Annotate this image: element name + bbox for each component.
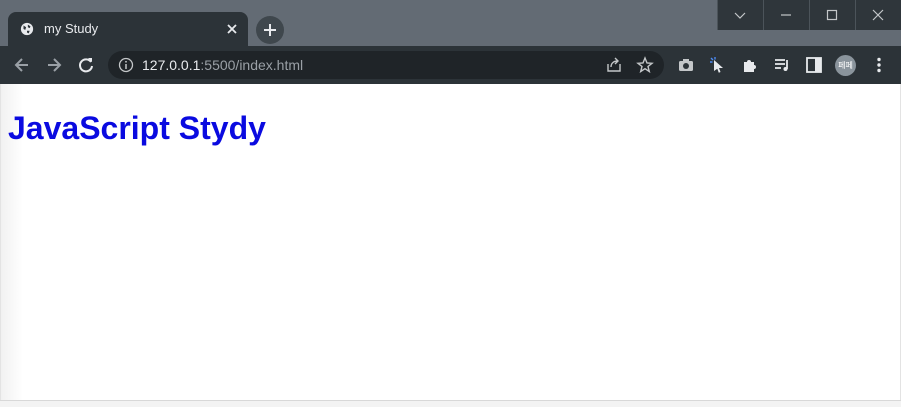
new-tab-button[interactable] (256, 16, 284, 44)
side-panel-icon[interactable] (804, 55, 824, 75)
back-arrow-icon[interactable] (12, 55, 32, 75)
maximize-button[interactable] (809, 0, 855, 30)
kebab-menu-icon[interactable] (869, 55, 889, 75)
page-heading: JavaScript Stydy (8, 110, 266, 146)
url-host: 127.0.0.1 (142, 57, 201, 73)
browser-toolbar: 127.0.0.1:5500/index.html 페페 (0, 46, 901, 84)
url-path: :5500/index.html (200, 57, 304, 73)
window-close-icon (872, 9, 884, 21)
tab-strip: my Study (0, 0, 901, 46)
forward-arrow-icon[interactable] (44, 55, 64, 75)
close-icon[interactable] (226, 23, 238, 35)
maximize-icon (826, 9, 838, 21)
star-icon[interactable] (636, 56, 654, 74)
window-close-button[interactable] (855, 0, 901, 30)
cursor-icon[interactable] (708, 55, 728, 75)
tab-search-button[interactable] (717, 0, 763, 30)
address-bar[interactable]: 127.0.0.1:5500/index.html (108, 51, 664, 79)
share-icon[interactable] (605, 56, 623, 74)
reading-list-icon[interactable] (772, 55, 792, 75)
tab-active[interactable]: my Study (8, 12, 248, 46)
puzzle-icon[interactable] (740, 55, 760, 75)
minimize-icon (781, 14, 791, 16)
info-icon[interactable] (118, 57, 134, 73)
plus-icon (264, 24, 276, 36)
url-text[interactable]: 127.0.0.1:5500/index.html (142, 57, 303, 73)
minimize-button[interactable] (763, 0, 809, 30)
reload-icon[interactable] (76, 55, 96, 75)
globe-icon (20, 22, 34, 36)
camera-icon[interactable] (676, 55, 696, 75)
tab-title: my Study (44, 21, 99, 36)
chevron-down-icon (734, 12, 746, 19)
profile-avatar[interactable]: 페페 (835, 55, 856, 76)
page-content: JavaScript Stydy (0, 84, 901, 400)
